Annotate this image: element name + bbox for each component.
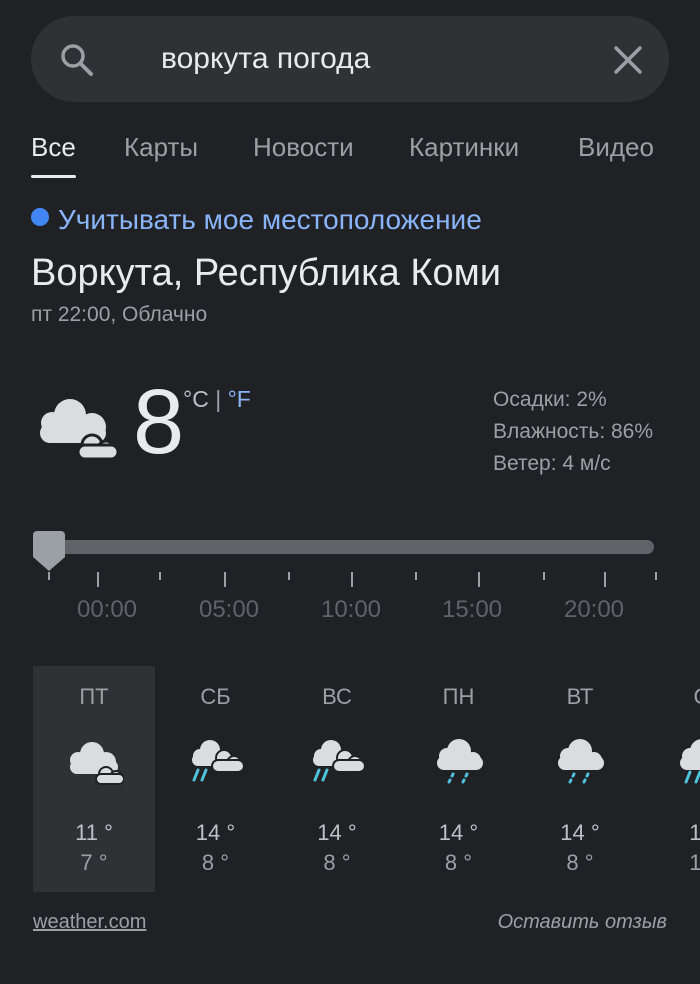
close-icon[interactable] bbox=[613, 45, 643, 75]
time-label: 00:00 bbox=[76, 596, 138, 623]
time-tick bbox=[97, 572, 99, 587]
time-tick bbox=[224, 572, 226, 587]
time-label: 10:00 bbox=[320, 596, 382, 623]
partly-cloudy-rain-icon bbox=[313, 740, 366, 782]
wind: Ветер: 4 м/с bbox=[493, 452, 611, 475]
time-tick bbox=[415, 572, 417, 580]
time-label: 15:00 bbox=[441, 596, 503, 623]
tab-news[interactable]: Новости bbox=[253, 132, 354, 163]
time-slider-handle[interactable] bbox=[33, 531, 65, 571]
day-name: ВТ bbox=[566, 684, 594, 709]
unit-separator: | bbox=[208, 386, 228, 412]
source-link[interactable]: weather.com bbox=[33, 911, 146, 934]
low-temp: 8 ° bbox=[201, 850, 230, 875]
tab-images[interactable]: Картинки bbox=[409, 132, 519, 163]
low-temp: 12 bbox=[689, 850, 700, 875]
time-tick bbox=[604, 572, 606, 587]
time-tick bbox=[48, 572, 50, 580]
time-ticks bbox=[0, 570, 700, 590]
drizzle-icon bbox=[558, 739, 604, 784]
low-temp: 8 ° bbox=[444, 850, 473, 875]
high-temp: 11 ° bbox=[75, 820, 113, 845]
forecast-day[interactable]: ВТ 14 ° 8 ° bbox=[519, 666, 641, 892]
weather-time-condition: пт 22:00, Облачно bbox=[31, 303, 208, 326]
location-dot-icon bbox=[31, 208, 49, 226]
high-temp: 14 ° bbox=[195, 820, 236, 845]
feedback-link[interactable]: Оставить отзыв bbox=[498, 911, 667, 934]
time-slider-track[interactable] bbox=[48, 540, 654, 554]
unit-celsius[interactable]: °C bbox=[183, 386, 209, 412]
rain-icon bbox=[679, 739, 700, 784]
day-name: С bbox=[641, 684, 700, 710]
time-tick bbox=[351, 572, 353, 587]
time-tick bbox=[159, 572, 161, 580]
tab-maps[interactable]: Карты bbox=[124, 132, 198, 163]
cloudy-icon bbox=[40, 399, 120, 461]
drizzle-icon bbox=[436, 739, 483, 784]
search-icon[interactable] bbox=[59, 42, 95, 78]
unit-toggle: °C | °F bbox=[183, 386, 251, 413]
day-name: ПТ bbox=[79, 684, 109, 709]
cloudy-icon bbox=[70, 742, 124, 785]
partly-cloudy-rain-icon bbox=[191, 740, 245, 782]
weather-location-title: Воркута, Республика Коми bbox=[31, 252, 501, 294]
weather-details: Осадки: 2% Влажность: 86% Ветер: 4 м/с bbox=[493, 384, 653, 480]
search-input[interactable] bbox=[161, 16, 601, 102]
forecast-day[interactable]: ПН 14 ° 8 ° bbox=[398, 666, 520, 892]
unit-fahrenheit[interactable]: °F bbox=[228, 386, 251, 412]
current-temperature: 8 bbox=[133, 371, 185, 473]
high-temp: 14 ° bbox=[438, 820, 479, 845]
high-temp: 18 bbox=[689, 820, 700, 845]
time-tick bbox=[478, 572, 480, 587]
high-temp: 14 ° bbox=[560, 820, 600, 845]
search-tabs: Все Карты Новости Картинки Видео bbox=[31, 132, 700, 182]
time-label: 20:00 bbox=[563, 596, 625, 623]
time-tick bbox=[543, 572, 545, 580]
tab-video[interactable]: Видео bbox=[578, 132, 654, 163]
precipitation: Осадки: 2% bbox=[493, 388, 607, 411]
time-label: 05:00 bbox=[198, 596, 260, 623]
day-name: ВС bbox=[322, 684, 352, 709]
day-name: ПН bbox=[442, 684, 475, 709]
low-temp: 7 ° bbox=[80, 850, 108, 875]
tab-all[interactable]: Все bbox=[31, 132, 76, 178]
high-temp: 14 ° bbox=[317, 820, 357, 845]
time-tick bbox=[655, 572, 657, 580]
forecast-day[interactable]: С 18 12 bbox=[641, 666, 700, 892]
day-name: СБ bbox=[200, 684, 231, 709]
use-location-link[interactable]: Учитывать мое местоположение bbox=[31, 204, 482, 236]
forecast-day[interactable]: ВС 14 ° 8 ° bbox=[276, 666, 398, 892]
use-location-label: Учитывать мое местоположение bbox=[58, 204, 482, 235]
forecast-day[interactable]: СБ 14 ° 8 ° bbox=[155, 666, 277, 892]
forecast-days: ПТ 11 ° 7 ° СБ 14 ° 8 ° ВС 14 ° 8 ° ПН 14 ° 8 ° ВТ 14… bbox=[33, 666, 700, 892]
search-bar[interactable] bbox=[31, 16, 669, 102]
time-tick bbox=[288, 572, 290, 580]
forecast-day[interactable]: ПТ 11 ° 7 ° bbox=[33, 666, 155, 892]
low-temp: 8 ° bbox=[566, 850, 594, 875]
low-temp: 8 ° bbox=[323, 850, 351, 875]
humidity: Влажность: 86% bbox=[493, 420, 654, 443]
